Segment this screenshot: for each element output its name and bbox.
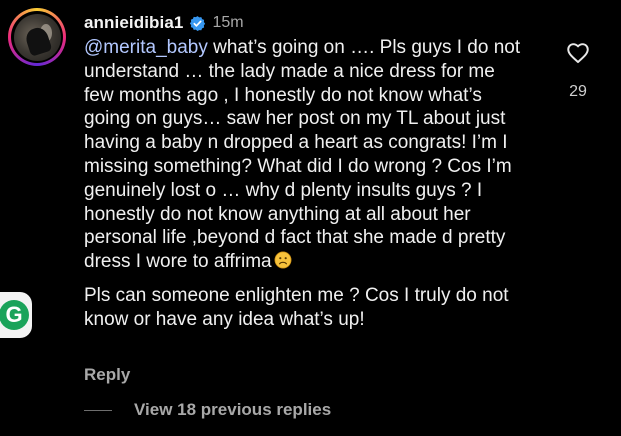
timestamp: 15m	[212, 14, 244, 31]
comment-paragraph-1: @merita_baby what’s going on …. Pls guys…	[84, 36, 524, 274]
like-area: 29	[560, 40, 596, 101]
mention-link[interactable]: @merita_baby	[84, 37, 208, 58]
view-replies-button[interactable]: View 18 previous replies	[84, 400, 331, 420]
avatar-inner	[11, 11, 63, 63]
frowning-face-emoji	[274, 251, 292, 269]
view-replies-label: View 18 previous replies	[134, 400, 332, 419]
green-g-logo-glyph: G	[0, 300, 29, 330]
reply-button[interactable]: Reply	[84, 365, 130, 385]
comment-body: @merita_baby what’s going on …. Pls guys…	[84, 36, 524, 332]
comment-header: annieidibia1 15m	[84, 10, 244, 36]
verified-badge-icon	[189, 15, 206, 32]
heart-outline-icon[interactable]	[565, 40, 591, 69]
username[interactable]: annieidibia1	[84, 13, 183, 33]
avatar-photo	[13, 13, 61, 61]
like-count: 29	[569, 83, 587, 100]
avatar[interactable]	[8, 8, 66, 66]
green-g-logo-icon: G	[0, 292, 32, 338]
replies-divider-line	[84, 409, 112, 411]
comment-item: annieidibia1 15m @merita_baby what’s goi…	[0, 0, 621, 436]
comment-paragraph-2: Pls can someone enlighten me ? Cos I tru…	[84, 284, 509, 330]
comment-paragraph-1-text: what’s going on …. Pls guys I do not und…	[84, 37, 521, 273]
